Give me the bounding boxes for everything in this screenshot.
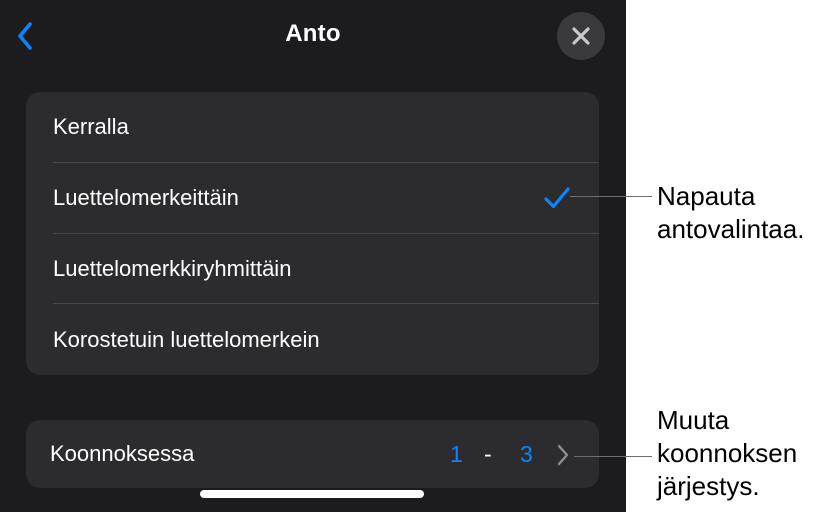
option-row-korostetuin[interactable]: Korostetuin luettelomerkein [26,304,599,375]
option-label: Luettelomerkeittäin [53,185,239,211]
callout-animation: Napauta antovalintaa. [657,180,804,246]
option-row-luettelomerkeittain[interactable]: Luettelomerkeittäin [26,163,599,234]
chevron-right-icon [557,444,569,466]
page-title: Anto [285,20,341,47]
option-row-kerralla[interactable]: Kerralla [26,92,599,163]
animation-panel: Anto Kerralla Luettelomerkeittäin Luette… [0,0,626,512]
checkmark-icon [544,187,570,209]
build-order-row[interactable]: Koonnoksessa 1 - 3 [26,420,599,488]
callout-leader-animation [570,196,652,197]
build-order-label: Koonnoksessa [50,441,195,466]
build-separator: - [484,440,492,467]
callout-text: antovalintaa. [657,214,805,244]
callout-leader-order [574,456,652,457]
callout-text: koonnoksen [657,438,798,468]
home-indicator [200,490,424,498]
option-label: Kerralla [53,114,129,140]
callout-text: Muuta [657,405,730,435]
close-icon [572,27,590,45]
option-label: Korostetuin luettelomerkein [53,326,320,352]
figure: Anto Kerralla Luettelomerkeittäin Luette… [0,0,822,515]
callout-order: Muuta koonnoksen järjestys. [657,404,797,503]
build-from-value: 1 [450,440,463,467]
option-label: Luettelomerkkiryhmittäin [53,255,292,281]
callout-text: järjestys. [657,471,760,501]
animation-options-list: Kerralla Luettelomerkeittäin Luettelomer… [26,92,599,375]
callout-text: Napauta [657,181,756,211]
option-row-luettelomerkkiryhmittain[interactable]: Luettelomerkkiryhmittäin [26,234,599,305]
close-button[interactable] [557,12,605,60]
build-to-value: 3 [520,440,533,467]
